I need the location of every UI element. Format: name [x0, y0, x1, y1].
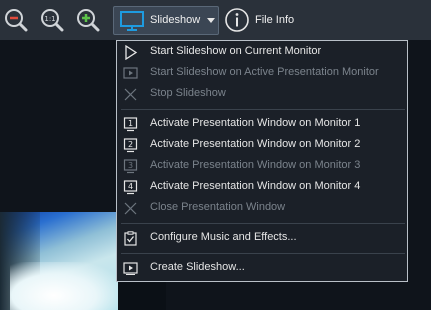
menu-item-configure-music[interactable]: Configure Music and Effects... — [117, 228, 407, 249]
menu-separator — [121, 223, 405, 224]
slideshow-button[interactable]: Slideshow — [113, 6, 219, 35]
menu-item-start-current-monitor[interactable]: Start Slideshow on Current Monitor — [117, 42, 407, 63]
play-monitor-icon — [123, 67, 138, 79]
svg-text:1: 1 — [128, 119, 133, 128]
slideshow-menu: Start Slideshow on Current Monitor Start… — [116, 40, 408, 282]
monitor-icon — [120, 11, 144, 31]
slideshow-create-icon — [123, 262, 138, 275]
svg-text:2: 2 — [128, 140, 133, 149]
menu-item-start-active-monitor[interactable]: Start Slideshow on Active Presentation M… — [117, 63, 407, 84]
file-info-button[interactable]: File Info — [255, 14, 294, 26]
close-icon — [124, 202, 137, 215]
menu-item-create-slideshow[interactable]: Create Slideshow... — [117, 258, 407, 279]
image-preview — [0, 212, 120, 310]
monitor-2-icon: 2 — [123, 138, 138, 153]
svg-text:4: 4 — [128, 182, 133, 191]
zoom-out-icon[interactable] — [2, 6, 28, 34]
toolbar: 1:1 Slideshow File Info — [0, 0, 431, 40]
menu-item-close-presentation-window[interactable]: Close Presentation Window — [117, 198, 407, 219]
svg-text:1:1: 1:1 — [44, 15, 55, 23]
zoom-actual-size-icon[interactable]: 1:1 — [38, 6, 64, 34]
info-icon[interactable] — [224, 6, 250, 34]
menu-separator — [121, 109, 405, 110]
menu-item-activate-monitor-4[interactable]: 4 Activate Presentation Window on Monito… — [117, 177, 407, 198]
zoom-in-icon[interactable] — [74, 6, 100, 34]
menu-item-stop-slideshow[interactable]: Stop Slideshow — [117, 84, 407, 105]
menu-separator — [121, 253, 405, 254]
slideshow-button-label: Slideshow — [150, 14, 201, 26]
close-icon — [124, 88, 137, 101]
monitor-3-icon: 3 — [123, 159, 138, 174]
monitor-1-icon: 1 — [123, 117, 138, 132]
menu-item-activate-monitor-1[interactable]: 1 Activate Presentation Window on Monito… — [117, 114, 407, 135]
menu-item-activate-monitor-3[interactable]: 3 Activate Presentation Window on Monito… — [117, 156, 407, 177]
chevron-down-icon — [207, 18, 215, 23]
menu-item-activate-monitor-2[interactable]: 2 Activate Presentation Window on Monito… — [117, 135, 407, 156]
play-icon — [125, 45, 138, 60]
monitor-4-icon: 4 — [123, 180, 138, 195]
checklist-icon — [124, 231, 137, 246]
svg-text:3: 3 — [128, 161, 133, 170]
